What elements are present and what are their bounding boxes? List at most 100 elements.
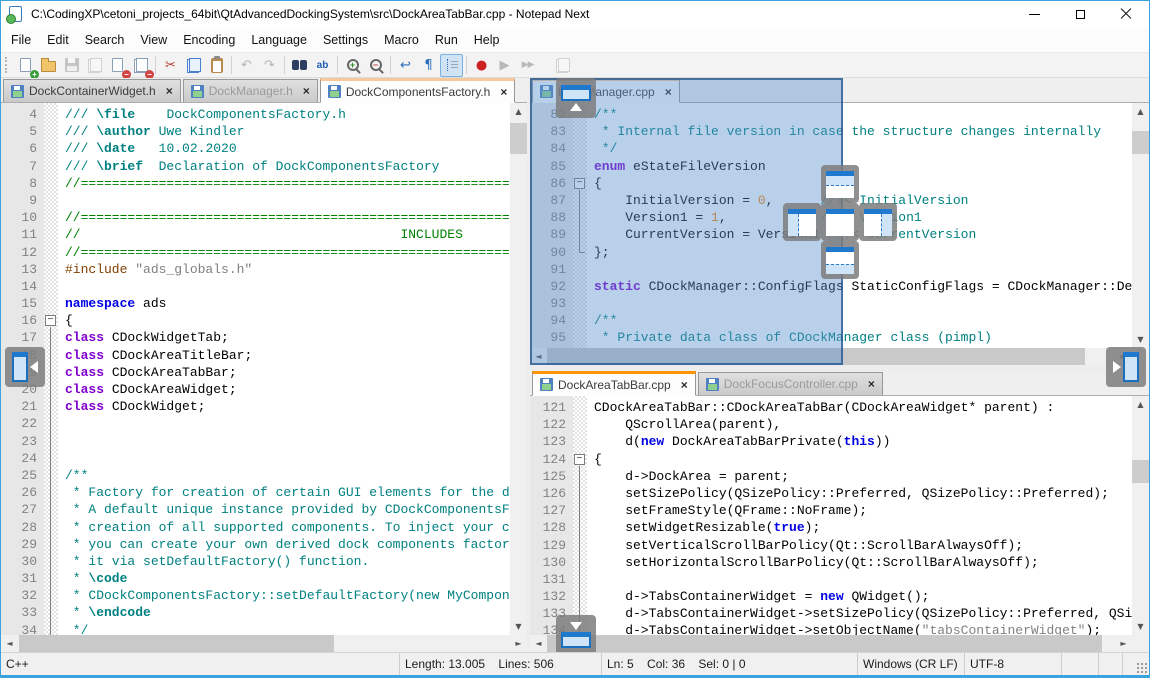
saved-file-icon — [540, 378, 553, 391]
code-area[interactable]: CDockAreaTabBar::CDockAreaTabBar(CDockAr… — [587, 396, 1132, 635]
menu-macro[interactable]: Macro — [376, 30, 427, 50]
code-line: // INCLUDES — [65, 226, 510, 243]
dock-indicator-top[interactable] — [821, 165, 859, 203]
tab-DockComponentsFactory.h[interactable]: DockComponentsFactory.h× — [320, 78, 516, 103]
scrollbar-thumb[interactable] — [510, 123, 527, 154]
top-right-vertical-scrollbar[interactable]: ▲ ▼ — [1132, 103, 1149, 348]
scroll-down-icon[interactable]: ▼ — [510, 618, 527, 635]
fold-margin[interactable]: − — [44, 103, 58, 635]
minimize-button[interactable] — [1011, 0, 1057, 28]
tab-DockManager.h[interactable]: DockManager.h× — [183, 79, 318, 102]
left-horizontal-scrollbar[interactable]: ◄ ► — [1, 635, 527, 652]
fold-collapse-icon[interactable]: − — [45, 315, 56, 326]
menu-settings[interactable]: Settings — [315, 30, 376, 50]
toolbar-grip[interactable] — [5, 57, 10, 73]
tab-DockFocusController.cpp[interactable]: DockFocusController.cpp× — [698, 372, 883, 395]
scrollbar-thumb[interactable] — [1132, 460, 1149, 483]
zoom-out-button[interactable]: − — [364, 54, 387, 77]
scroll-right-icon[interactable]: ► — [510, 635, 527, 652]
scroll-up-icon[interactable]: ▲ — [510, 103, 527, 120]
menu-bar: FileEditSearchViewEncodingLanguageSettin… — [1, 28, 1149, 52]
toolbar: +−−✂↶↷ab+−↩¶●▶▶▶ — [1, 52, 1149, 78]
code-line: { — [65, 312, 510, 329]
close-all-button[interactable]: − — [129, 54, 152, 77]
word-wrap-button[interactable]: ↩ — [394, 54, 417, 77]
line-number-margin[interactable]: 1211221231241251261271281291301311321331… — [530, 396, 573, 635]
scroll-left-icon[interactable]: ◄ — [1, 635, 18, 652]
menu-language[interactable]: Language — [243, 30, 315, 50]
title-bar[interactable]: C:\CodingXP\cetoni_projects_64bit\QtAdva… — [1, 0, 1149, 28]
left-vertical-scrollbar[interactable]: ▲ ▼ — [510, 103, 527, 635]
scroll-up-icon[interactable]: ▲ — [1132, 103, 1149, 120]
tab-DockContainerWidget.h[interactable]: DockContainerWidget.h× — [3, 79, 181, 102]
dock-indicator-right[interactable] — [859, 203, 897, 241]
dock-indicator-left[interactable] — [783, 203, 821, 241]
copy-button[interactable] — [182, 54, 205, 77]
save-file-icon — [65, 58, 79, 72]
menu-encoding[interactable]: Encoding — [175, 30, 243, 50]
tab-close-icon[interactable]: × — [303, 85, 310, 97]
macro-record-button[interactable]: ● — [470, 54, 493, 77]
dock-edge-indicator-left[interactable] — [5, 347, 45, 387]
open-file-button[interactable] — [37, 54, 60, 77]
code-area[interactable]: /// \file DockComponentsFactory.h/// \au… — [58, 103, 510, 635]
indent-guide-button[interactable] — [440, 54, 463, 77]
paste-button[interactable] — [205, 54, 228, 77]
close-file-button[interactable]: − — [106, 54, 129, 77]
menu-run[interactable]: Run — [427, 30, 466, 50]
zoom-in-button[interactable]: + — [341, 54, 364, 77]
bottom-right-editor[interactable]: 1211221231241251261271281291301311321331… — [530, 396, 1149, 635]
scroll-down-icon[interactable]: ▼ — [1132, 331, 1149, 348]
menu-file[interactable]: File — [3, 30, 39, 50]
fold-collapse-icon[interactable]: − — [574, 454, 585, 465]
dock-edge-indicator-top[interactable] — [556, 78, 596, 118]
show-all-chars-button[interactable]: ¶ — [417, 54, 440, 77]
toolbar-separator — [155, 56, 156, 74]
code-line: /// \author Uwe Kindler — [65, 123, 510, 140]
scrollbar-thumb[interactable] — [19, 635, 334, 652]
resize-grip[interactable] — [1133, 653, 1149, 676]
tab-close-icon[interactable]: × — [500, 86, 507, 98]
scrollbar-thumb[interactable] — [547, 635, 1102, 652]
bottom-right-horizontal-scrollbar[interactable]: ◄ ► — [530, 635, 1132, 652]
dock-edge-indicator-right[interactable] — [1106, 347, 1146, 387]
scroll-down-icon[interactable]: ▼ — [1132, 618, 1149, 635]
left-editor[interactable]: 4567891011121314151617181920212223242526… — [1, 103, 527, 635]
find-button[interactable] — [288, 54, 311, 77]
scrollbar-thumb[interactable] — [1132, 131, 1149, 154]
menu-help[interactable]: Help — [466, 30, 508, 50]
tab-DockAreaTabBar.cpp[interactable]: DockAreaTabBar.cpp× — [532, 371, 696, 396]
line-number: 4 — [1, 106, 37, 123]
dock-indicator-bottom[interactable] — [821, 241, 859, 279]
tab-close-icon[interactable]: × — [681, 379, 688, 391]
code-line: /// \file DockComponentsFactory.h — [65, 106, 510, 123]
cut-button[interactable]: ✂ — [159, 54, 182, 77]
dock-edge-top-icon — [561, 85, 591, 101]
maximize-button[interactable] — [1057, 0, 1103, 28]
arrow-down-icon — [570, 622, 582, 630]
code-line — [65, 415, 510, 432]
line-number: 126 — [530, 485, 566, 502]
scroll-left-icon[interactable]: ◄ — [530, 635, 547, 652]
replace-icon: ab — [317, 60, 329, 71]
bottom-right-vertical-scrollbar[interactable]: ▲ ▼ — [1132, 396, 1149, 635]
fold-margin[interactable]: − — [573, 396, 587, 635]
close-button[interactable] — [1103, 0, 1149, 28]
line-number: 5 — [1, 123, 37, 140]
line-number: 29 — [1, 536, 37, 553]
window-title: C:\CodingXP\cetoni_projects_64bit\QtAdva… — [31, 7, 589, 21]
code-line: //======================================… — [65, 209, 510, 226]
scroll-up-icon[interactable]: ▲ — [1132, 396, 1149, 413]
tab-close-icon[interactable]: × — [868, 378, 875, 390]
new-file-button[interactable]: + — [14, 54, 37, 77]
tab-close-icon[interactable]: × — [166, 85, 173, 97]
menu-view[interactable]: View — [132, 30, 175, 50]
line-number: 25 — [1, 467, 37, 484]
dock-indicator-center[interactable] — [821, 203, 859, 241]
scroll-right-icon[interactable]: ► — [1115, 635, 1132, 652]
dock-edge-indicator-bottom[interactable] — [556, 615, 596, 655]
menu-search[interactable]: Search — [77, 30, 133, 50]
replace-button[interactable]: ab — [311, 54, 334, 77]
menu-edit[interactable]: Edit — [39, 30, 77, 50]
code-line: class CDockWidgetTab; — [65, 329, 510, 346]
